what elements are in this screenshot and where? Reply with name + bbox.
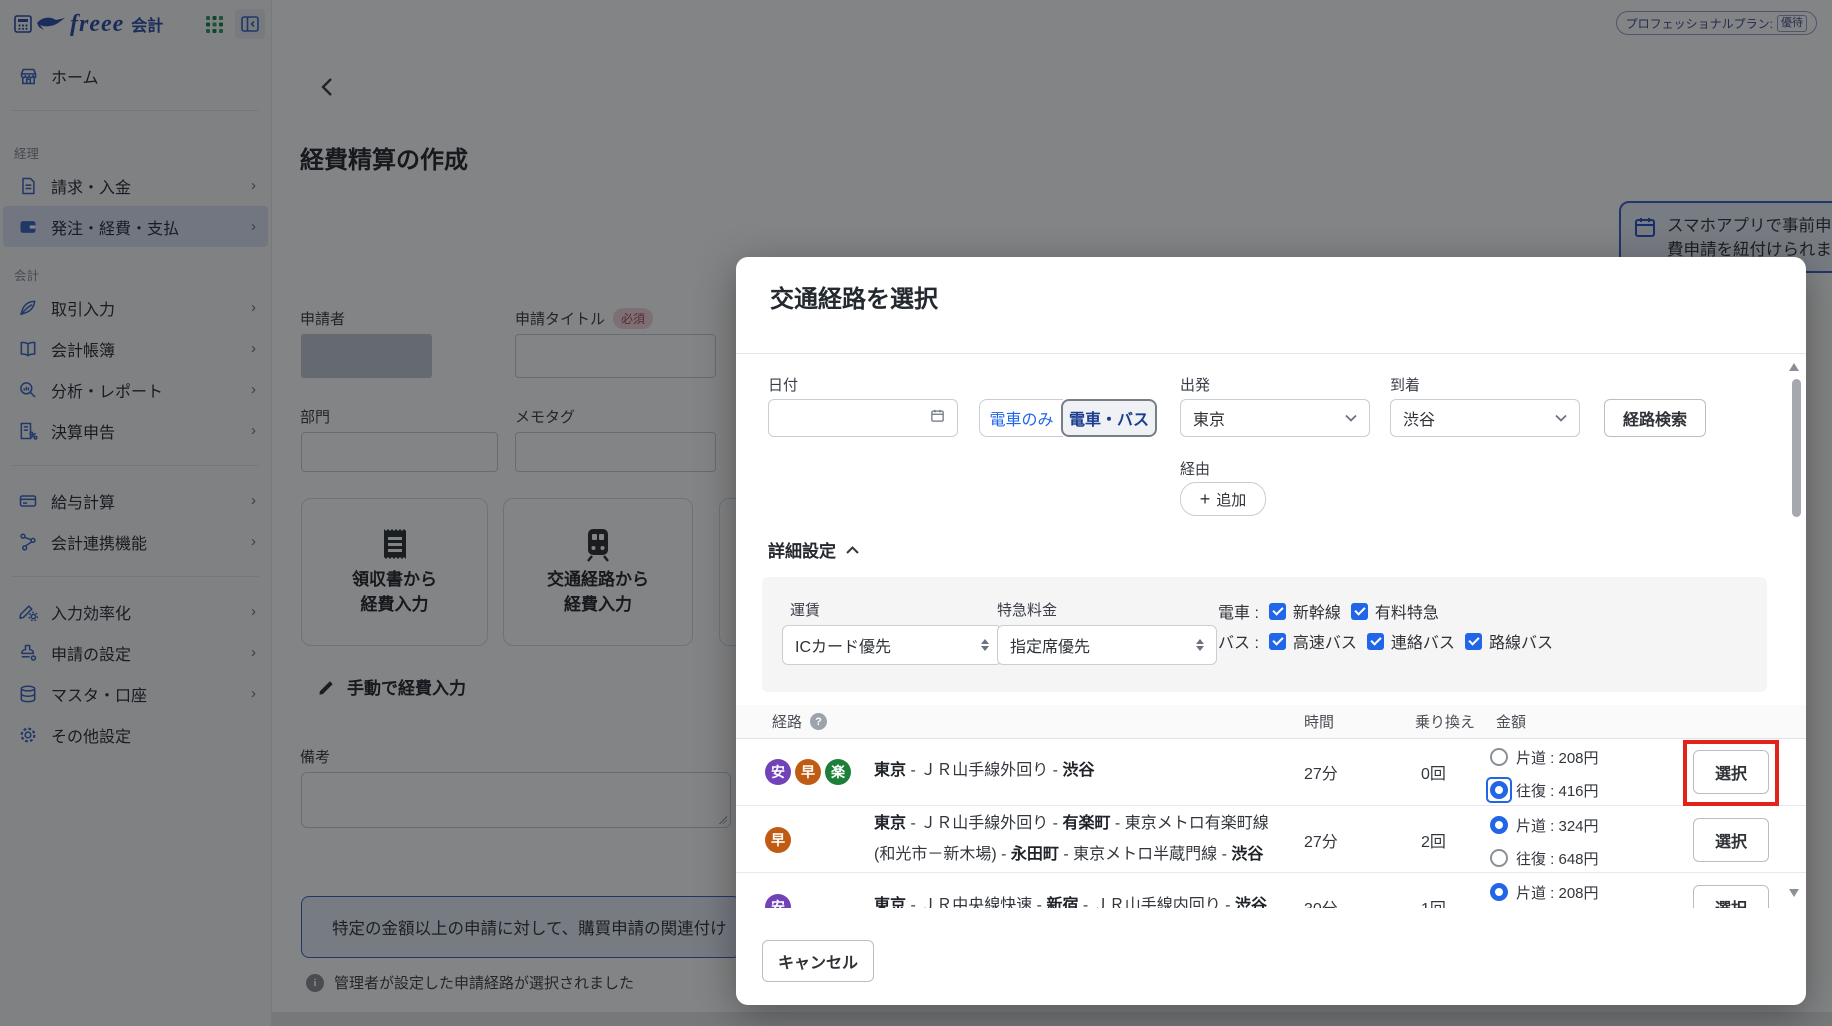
route-transfers: 2回 bbox=[1421, 806, 1446, 873]
route-transfers: 1回 bbox=[1421, 873, 1446, 908]
time-column-header: 時間 bbox=[1304, 705, 1334, 738]
chevron-down-icon bbox=[1555, 409, 1567, 427]
route-description: 東京 - ＪＲ山手線外回り - 渋谷 bbox=[874, 738, 1282, 805]
checkbox-shinkansen[interactable]: 新幹線 bbox=[1269, 599, 1341, 623]
radio-unselected-icon bbox=[1490, 849, 1508, 867]
checkbox-checked-icon bbox=[1351, 603, 1368, 620]
route-select-modal: 交通経路を選択 日付 電車のみ 電車・バス 出発 東京 到着 渋谷 経 bbox=[736, 257, 1806, 1005]
route-time: 30分 bbox=[1304, 873, 1338, 908]
spinner-arrows-icon bbox=[981, 639, 989, 651]
route-row-2: 早 東京 - ＪＲ山手線外回り - 有楽町 - 東京メトロ有楽町線(和光市－新木… bbox=[736, 805, 1806, 873]
chevron-up-icon bbox=[846, 546, 859, 554]
modal-title: 交通経路を選択 bbox=[770, 279, 938, 314]
route-tag-easy-icon: 楽 bbox=[825, 759, 851, 785]
radio-roundtrip[interactable]: 往復 : 648円 bbox=[1490, 846, 1599, 870]
checkbox-paid-express[interactable]: 有料特急 bbox=[1351, 599, 1439, 623]
checkbox-local-bus[interactable]: 路線バス bbox=[1465, 629, 1553, 653]
radio-roundtrip[interactable]: 往復 : 416円 bbox=[1490, 778, 1599, 802]
cancel-button[interactable]: キャンセル bbox=[762, 940, 874, 982]
checkbox-highway-bus[interactable]: 高速バス bbox=[1269, 629, 1357, 653]
add-via-button[interactable]: + 追加 bbox=[1180, 482, 1266, 516]
scrollbar-down-arrow[interactable] bbox=[1789, 889, 1799, 897]
select-route-button[interactable]: 選択 bbox=[1693, 885, 1769, 908]
route-description: 東京 - ＪＲ山手線外回り - 有楽町 - 東京メトロ有楽町線(和光市－新木場)… bbox=[874, 806, 1282, 873]
route-transfers: 0回 bbox=[1421, 738, 1446, 805]
arrival-value: 渋谷 bbox=[1403, 406, 1435, 430]
route-tag-cheap-icon: 安 bbox=[765, 759, 791, 785]
route-tag-fast-icon: 早 bbox=[795, 759, 821, 785]
plus-icon: + bbox=[1200, 490, 1211, 508]
route-tag-fast-icon: 早 bbox=[765, 827, 791, 853]
train-options-label: 電車 : bbox=[1218, 599, 1259, 623]
checkbox-connecting-bus[interactable]: 連絡バス bbox=[1367, 629, 1455, 653]
radio-unselected-icon bbox=[1490, 748, 1508, 766]
annotation-highlight-box bbox=[1683, 740, 1779, 806]
checkbox-checked-icon bbox=[1269, 633, 1286, 650]
transfers-column-header: 乗り換え bbox=[1415, 705, 1475, 738]
route-search-button[interactable]: 経路検索 bbox=[1604, 399, 1706, 437]
route-column-header: 経路 bbox=[772, 711, 802, 732]
spinner-arrows-icon bbox=[1196, 639, 1204, 651]
checkbox-checked-icon bbox=[1367, 633, 1384, 650]
chevron-down-icon bbox=[1345, 409, 1357, 427]
express-fare-select[interactable]: 指定席優先 bbox=[997, 625, 1217, 665]
amount-column-header: 金額 bbox=[1496, 705, 1526, 738]
route-time: 27分 bbox=[1304, 738, 1338, 805]
route-time: 27分 bbox=[1304, 806, 1338, 873]
via-label: 経由 bbox=[1180, 458, 1210, 479]
fare-label: 運賃 bbox=[790, 599, 820, 620]
radio-oneway[interactable]: 片道 : 324円 bbox=[1490, 813, 1599, 837]
express-fare-label: 特急料金 bbox=[997, 599, 1057, 620]
mode-train-only-button[interactable]: 電車のみ bbox=[979, 399, 1063, 437]
radio-selected-icon bbox=[1490, 781, 1508, 799]
radio-selected-icon bbox=[1490, 816, 1508, 834]
route-description: 東京 - ＪＲ中央線快速 - 新宿 - ＪＲ山手線内回り - 渋谷 bbox=[874, 873, 1282, 908]
scrollbar-thumb[interactable] bbox=[1792, 379, 1801, 517]
route-table-header: 経路? 時間 乗り換え 金額 bbox=[736, 705, 1806, 739]
radio-oneway[interactable]: 片道 : 208円 bbox=[1490, 880, 1599, 904]
advanced-settings-panel: 運賃 ICカード優先 特急料金 指定席優先 電車 : 新幹線 有料特急 バス :… bbox=[762, 577, 1767, 692]
scrollbar-up-arrow[interactable] bbox=[1789, 363, 1799, 371]
modal-body: 日付 電車のみ 電車・バス 出発 東京 到着 渋谷 経路検索 経由 + bbox=[736, 354, 1806, 908]
departure-label: 出発 bbox=[1180, 374, 1210, 395]
radio-selected-icon bbox=[1490, 883, 1508, 901]
mode-train-bus-button[interactable]: 電車・バス bbox=[1061, 399, 1157, 437]
fare-value: ICカード優先 bbox=[795, 633, 891, 657]
route-badges: 早 bbox=[765, 806, 791, 873]
arrival-select[interactable]: 渋谷 bbox=[1390, 399, 1580, 437]
departure-value: 東京 bbox=[1193, 406, 1225, 430]
help-icon[interactable]: ? bbox=[810, 713, 827, 730]
focus-ring bbox=[1486, 777, 1512, 803]
train-options-row: 電車 : 新幹線 有料特急 bbox=[1218, 599, 1439, 623]
radio-oneway[interactable]: 片道 : 208円 bbox=[1490, 745, 1599, 769]
route-tag-cheap-icon: 安 bbox=[765, 894, 791, 909]
bus-options-row: バス : 高速バス 連絡バス 路線バス bbox=[1218, 629, 1553, 653]
fare-select[interactable]: ICカード優先 bbox=[782, 625, 1002, 665]
date-label: 日付 bbox=[768, 374, 798, 395]
checkbox-checked-icon bbox=[1269, 603, 1286, 620]
checkbox-checked-icon bbox=[1465, 633, 1482, 650]
route-badges: 安早楽 bbox=[765, 738, 851, 805]
route-row-3: 安 東京 - ＪＲ中央線快速 - 新宿 - ＪＲ山手線内回り - 渋谷 30分 … bbox=[736, 872, 1806, 908]
calendar-icon bbox=[930, 408, 945, 428]
departure-select[interactable]: 東京 bbox=[1180, 399, 1370, 437]
route-badges: 安 bbox=[765, 873, 791, 908]
transport-mode-toggle: 電車のみ 電車・バス bbox=[979, 399, 1157, 437]
bus-options-label: バス : bbox=[1218, 629, 1259, 653]
express-fare-value: 指定席優先 bbox=[1010, 633, 1090, 657]
date-input[interactable] bbox=[768, 399, 958, 437]
arrival-label: 到着 bbox=[1390, 374, 1420, 395]
advanced-settings-toggle[interactable]: 詳細設定 bbox=[768, 537, 859, 562]
route-row-1: 安早楽 東京 - ＪＲ山手線外回り - 渋谷 27分 0回 片道 : 208円 … bbox=[736, 738, 1806, 805]
select-route-button[interactable]: 選択 bbox=[1693, 818, 1769, 862]
